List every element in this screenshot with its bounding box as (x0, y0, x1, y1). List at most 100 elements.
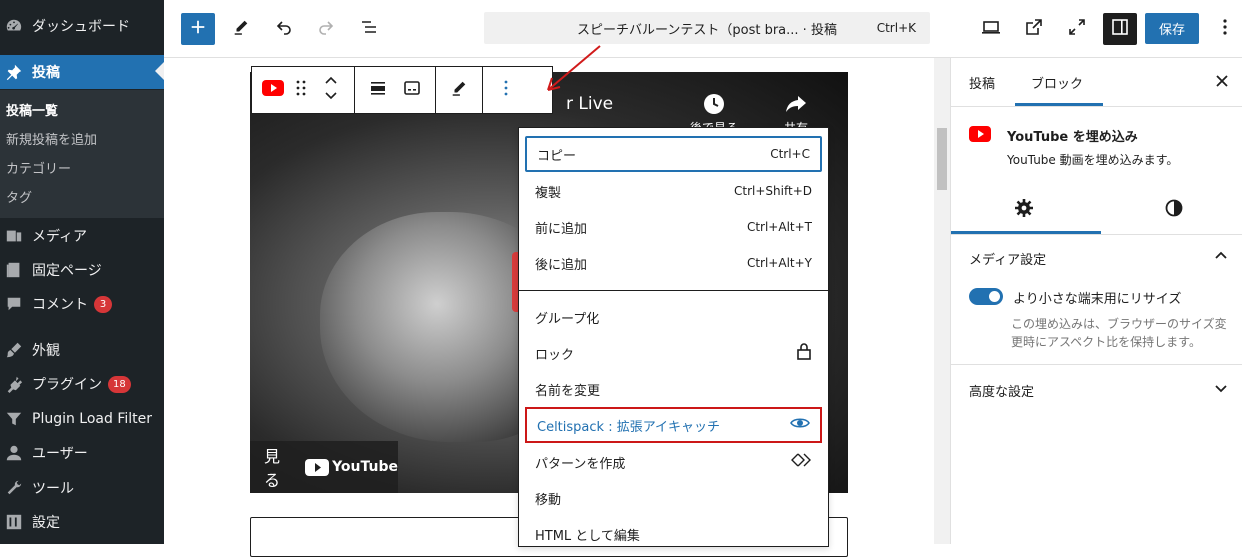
menu-item-duplicate[interactable]: 複製 Ctrl+Shift+D (525, 173, 822, 209)
external-link-icon (1024, 17, 1044, 41)
menu-item-shortcut: Ctrl+Alt+T (746, 220, 812, 234)
chevron-up-icon[interactable] (323, 74, 339, 90)
pushpin-icon (4, 62, 24, 82)
sidebar-label-comments: コメント (32, 297, 88, 313)
block-toolbar-group-block (252, 67, 355, 113)
settings-icon (4, 512, 24, 532)
command-palette-bar[interactable]: スピーチバルーンテスト（post bra... · 投稿 Ctrl+K (484, 12, 930, 44)
submenu-add-new-post[interactable]: 新規投稿を追加 (6, 129, 97, 148)
media-settings-heading[interactable]: メディア設定 (969, 249, 1046, 268)
menu-item-insert-after[interactable]: 後に追加 Ctrl+Alt+Y (525, 245, 822, 281)
tab-post[interactable]: 投稿 (967, 58, 997, 106)
plugin-icon (4, 374, 24, 394)
youtube-icon (969, 126, 991, 146)
tools-button[interactable] (224, 13, 258, 45)
view-post-button[interactable] (1017, 13, 1051, 45)
menu-item-insert-before[interactable]: 前に追加 Ctrl+Alt+T (525, 209, 822, 245)
drag-handle[interactable] (288, 67, 314, 113)
sidebar-item-settings[interactable]: 設定 (0, 505, 164, 539)
submenu-categories[interactable]: カテゴリー (6, 158, 71, 177)
comments-count-badge: 3 (94, 295, 112, 313)
menu-item-label: グループ化 (535, 311, 600, 327)
chevron-down-icon[interactable] (323, 90, 339, 106)
menu-item-label: 移動 (535, 492, 562, 508)
menu-item-create-pattern[interactable]: パターンを作成 (525, 444, 822, 480)
close-sidebar-button[interactable] (1210, 70, 1234, 94)
tab-styles[interactable] (1101, 186, 1242, 234)
options-menu-button[interactable] (1208, 13, 1242, 45)
chevron-down-icon[interactable] (1214, 383, 1228, 397)
block-options-dropdown: コピー Ctrl+C 複製 Ctrl+Shift+D 前に追加 Ctrl+Alt… (518, 127, 830, 547)
tab-settings[interactable] (951, 186, 1097, 234)
advanced-settings-heading[interactable]: 高度な設定 (969, 381, 1034, 400)
sidebar-item-comments[interactable]: コメント 3 (0, 287, 164, 321)
sidebar-label-plugins: プラグイン (32, 377, 102, 393)
move-up-down-buttons[interactable] (314, 67, 348, 113)
vertical-ellipsis-icon (1215, 17, 1235, 41)
save-button[interactable]: 保存 (1145, 13, 1199, 44)
media-icon (4, 226, 24, 246)
document-overview-button[interactable] (352, 13, 386, 45)
pattern-icon (790, 452, 812, 472)
sidebar-label-users: ユーザー (32, 446, 88, 462)
lock-icon (796, 342, 812, 364)
plus-icon (189, 18, 207, 40)
redo-button[interactable] (309, 13, 343, 45)
undo-button[interactable] (267, 13, 301, 45)
block-card-description: YouTube 動画を埋め込みます。 (1007, 153, 1179, 167)
fullscreen-button[interactable] (1060, 13, 1094, 45)
youtube-play-icon (305, 458, 330, 476)
posts-submenu: 投稿一覧 新規投稿を追加 カテゴリー タグ (0, 90, 164, 218)
comment-icon (4, 294, 24, 314)
block-card-title: YouTube を埋め込み (1007, 130, 1138, 145)
block-toolbar (251, 66, 553, 114)
scrollbar-thumb[interactable] (937, 128, 947, 190)
drag-handle-icon (295, 79, 307, 101)
sidebar-item-media[interactable]: メディア (0, 219, 164, 253)
brush-icon (4, 340, 24, 360)
add-block-button[interactable] (181, 13, 215, 45)
menu-item-group[interactable]: グループ化 (525, 299, 822, 335)
edit-url-button[interactable] (442, 67, 476, 113)
preview-device-button[interactable] (974, 13, 1008, 45)
block-type-button[interactable] (258, 67, 288, 113)
caption-button[interactable] (395, 67, 429, 113)
menu-item-rename[interactable]: 名前を変更 (525, 371, 822, 407)
share-arrow-icon (784, 92, 808, 119)
resize-small-devices-toggle[interactable] (969, 288, 1003, 305)
document-title: スピーチバルーンテスト（post bra... · 投稿 (577, 22, 837, 38)
undo-icon (274, 17, 294, 41)
align-button[interactable] (361, 67, 395, 113)
block-toolbar-group-align (355, 67, 436, 113)
menu-item-copy[interactable]: コピー Ctrl+C (525, 136, 822, 172)
submenu-tags[interactable]: タグ (6, 187, 32, 206)
menu-item-label: 前に追加 (535, 221, 588, 237)
sidebar-item-plugin-load-filter[interactable]: Plugin Load Filter (0, 402, 164, 436)
block-options-button[interactable] (489, 67, 523, 113)
page-icon (4, 260, 24, 280)
sidebar-item-dashboard[interactable]: ダッシュボード (0, 9, 164, 43)
sidebar-item-users[interactable]: ユーザー (0, 436, 164, 470)
sidebar-item-plugins[interactable]: プラグイン 18 (0, 367, 164, 401)
sidebar-item-tools[interactable]: ツール (0, 471, 164, 505)
sidebar-item-posts[interactable]: 投稿 (0, 55, 164, 89)
pencil-icon (450, 79, 468, 101)
sidebar-label-settings: 設定 (32, 515, 60, 531)
submenu-all-posts[interactable]: 投稿一覧 (6, 100, 58, 119)
menu-item-move[interactable]: 移動 (525, 480, 822, 516)
tab-block[interactable]: ブロック (1029, 58, 1085, 106)
menu-item-label: HTML として編集 (535, 528, 640, 544)
settings-sidebar: 投稿 ブロック YouTube を埋め込み YouTube 動画を埋め込みます。… (950, 58, 1242, 544)
active-menu-arrow (155, 62, 164, 80)
settings-sidebar-toggle[interactable] (1103, 13, 1137, 45)
menu-item-celtispack-featured-image[interactable]: Celtispack : 拡張アイキャッチ (525, 407, 822, 443)
canvas-scrollbar[interactable] (934, 58, 950, 544)
filter-icon (4, 409, 24, 429)
sidebar-item-pages[interactable]: 固定ページ (0, 253, 164, 287)
chevron-up-icon[interactable] (1214, 249, 1228, 263)
menu-item-lock[interactable]: ロック (525, 335, 822, 371)
watch-on-youtube-button[interactable]: 見る YouTube (250, 441, 398, 493)
menu-item-edit-as-html[interactable]: HTML として編集 (525, 516, 822, 552)
sidebar-item-appearance[interactable]: 外観 (0, 333, 164, 367)
contrast-icon (1164, 198, 1184, 222)
